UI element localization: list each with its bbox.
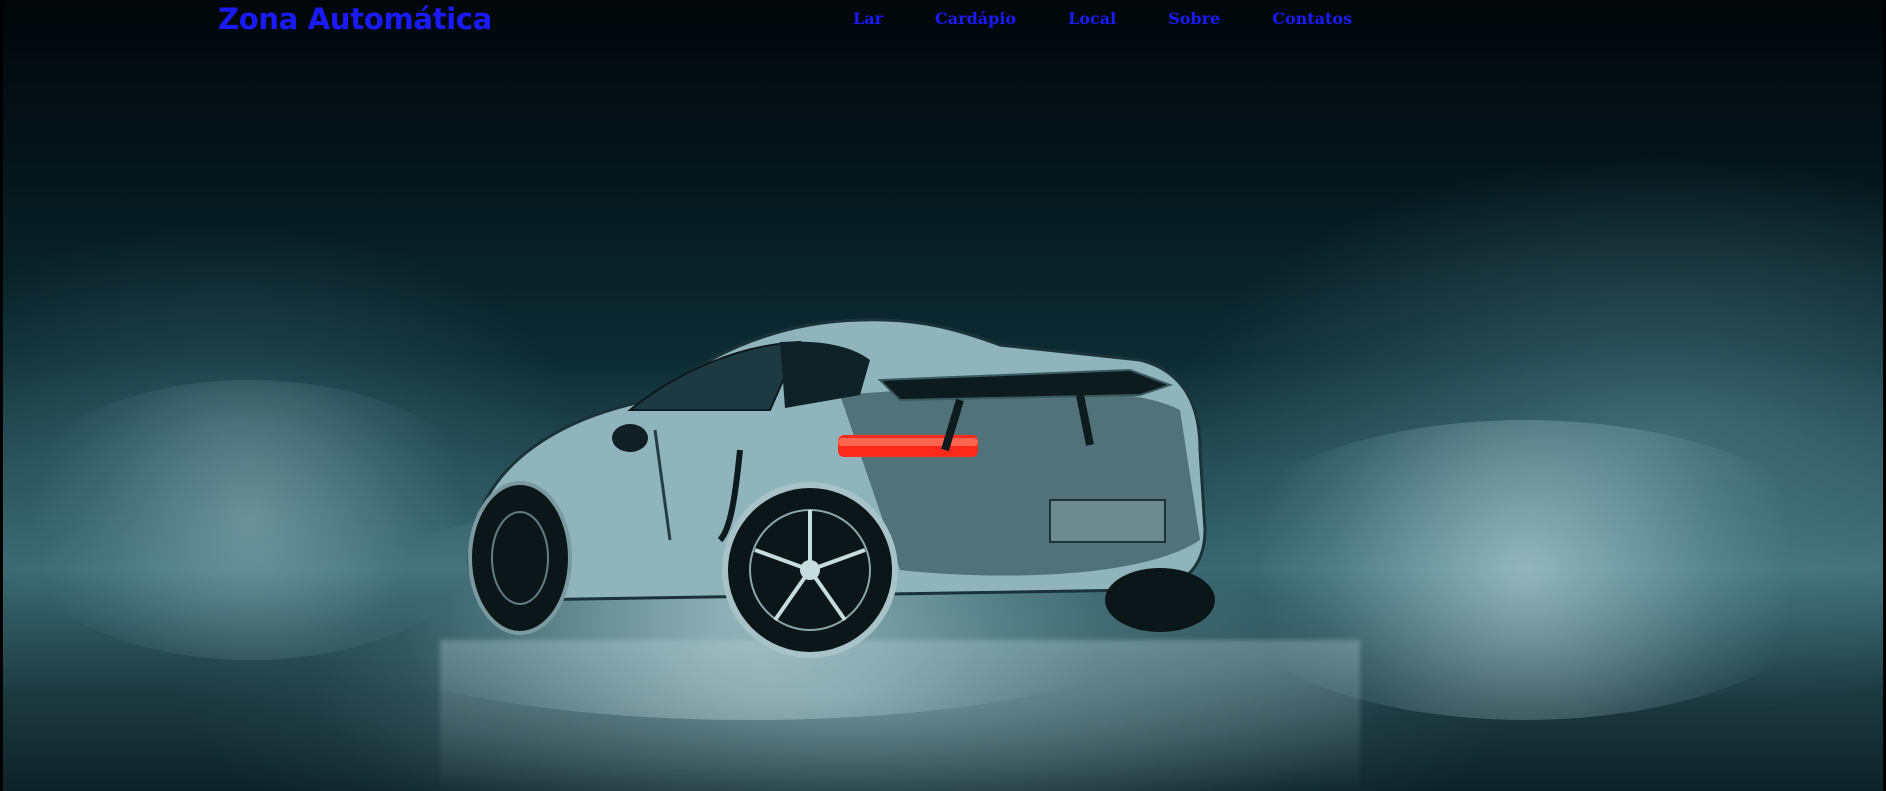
car-image [467, 318, 1215, 658]
nav-link-cardapio[interactable]: Cardápio [935, 9, 1016, 28]
top-navigation: Zona Automática Lar Cardápio Local Sobre… [0, 0, 1886, 42]
nav-link-local[interactable]: Local [1068, 9, 1116, 28]
frame-edge-left [0, 0, 3, 791]
nav-link-sobre[interactable]: Sobre [1168, 9, 1220, 28]
brand-logo-link[interactable]: Zona Automática [218, 2, 492, 36]
hero-banner: Zona Automática Lar Cardápio Local Sobre… [0, 0, 1886, 791]
nav-link-contatos[interactable]: Contatos [1272, 9, 1352, 28]
nav-links: Lar Cardápio Local Sobre Contatos [853, 9, 1352, 28]
mist-cloud [0, 380, 500, 660]
nav-link-lar[interactable]: Lar [853, 9, 883, 28]
